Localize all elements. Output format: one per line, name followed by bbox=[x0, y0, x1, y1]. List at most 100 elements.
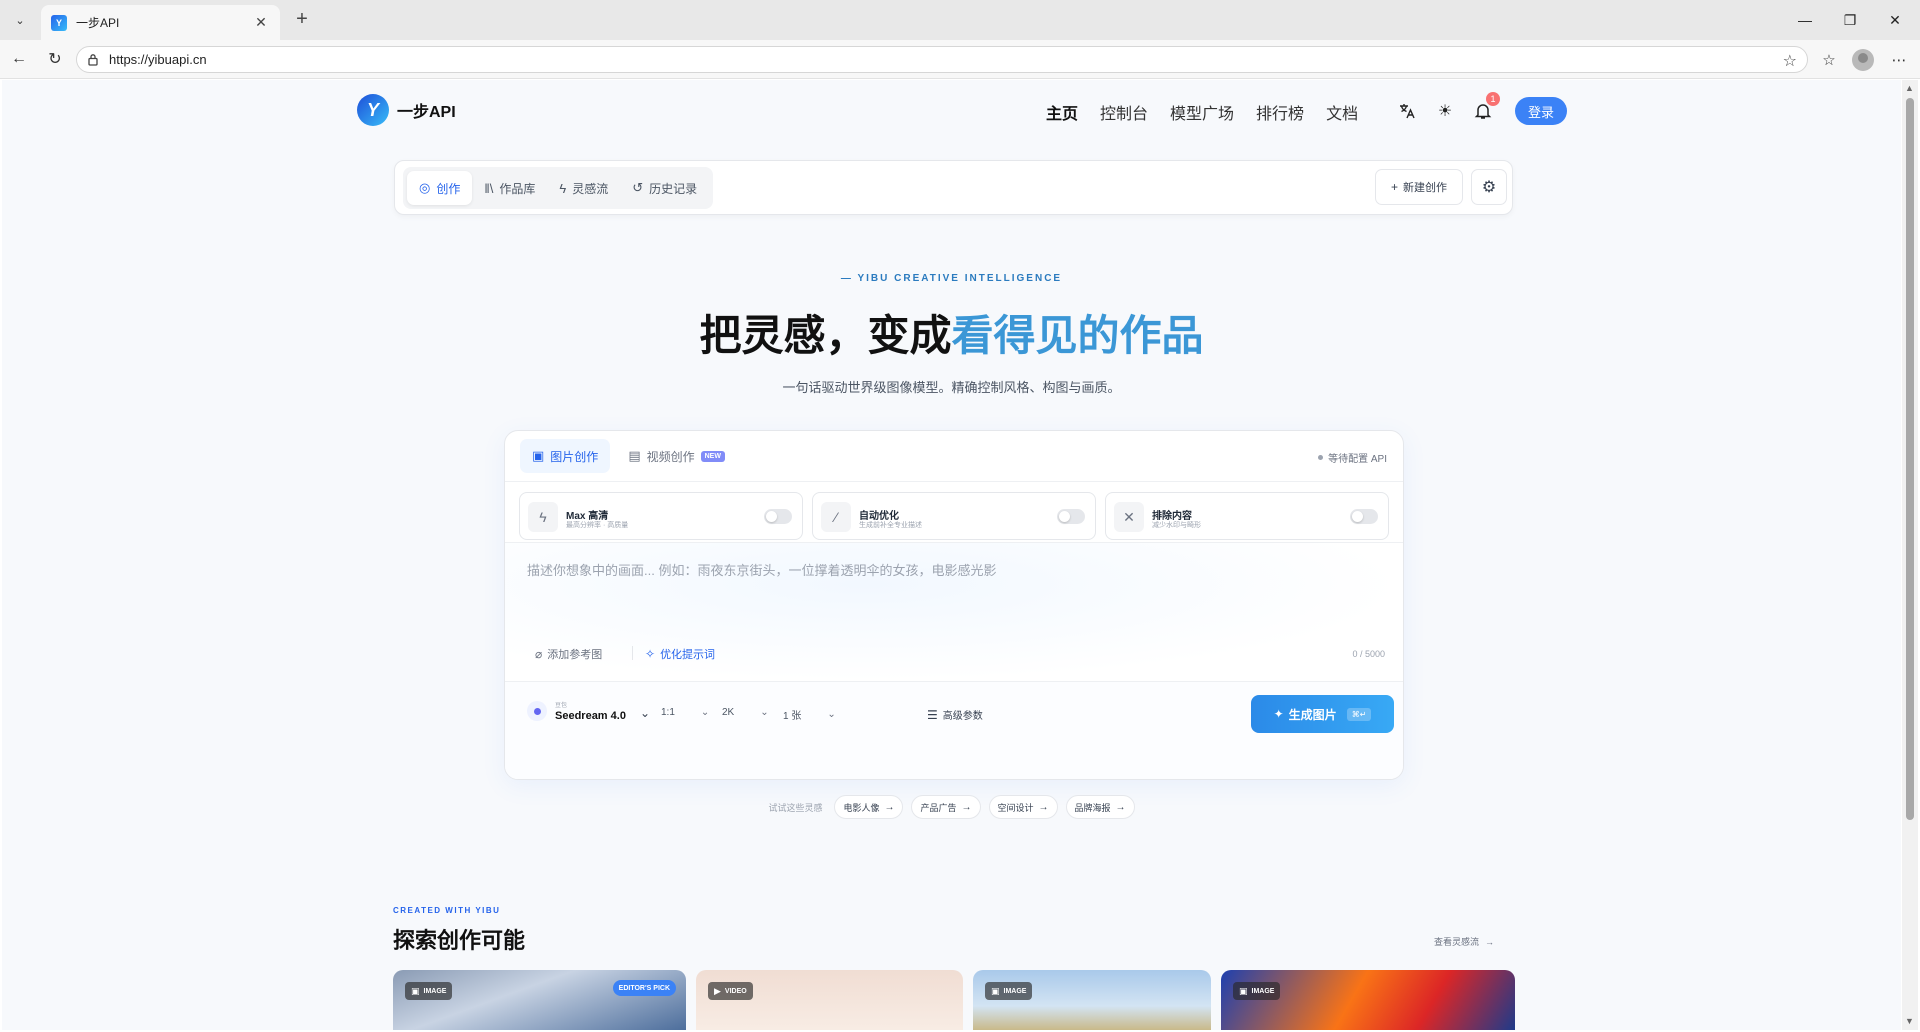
profile-icon[interactable] bbox=[1851, 48, 1875, 72]
arrow-right-icon: → bbox=[961, 801, 972, 813]
model-logo-icon bbox=[527, 701, 547, 721]
chip-label: 品牌海报 bbox=[1074, 802, 1111, 813]
suggestion-chip[interactable]: 电影人像 → bbox=[834, 795, 904, 819]
count-value: 1 张 bbox=[783, 711, 802, 722]
option-desc: 最高分辨率 · 高质量 bbox=[566, 522, 629, 529]
suggestion-chip[interactable]: 产品广告 → bbox=[911, 795, 981, 819]
status-dot bbox=[1318, 455, 1324, 460]
nav-docs[interactable]: 文档 bbox=[1326, 100, 1358, 124]
scroll-down-icon[interactable]: ▼ bbox=[1905, 1016, 1914, 1026]
image-icon: ▣ bbox=[532, 448, 545, 463]
aperture-icon: ◎ bbox=[419, 180, 431, 195]
logo-text: 一步API bbox=[397, 104, 456, 121]
lightning-icon: ϟ bbox=[559, 180, 567, 196]
add-ref-label: 添加参考图 bbox=[547, 649, 603, 661]
favorite-star-icon[interactable]: ☆ bbox=[1783, 51, 1797, 71]
gallery-card[interactable]: ▣ IMAGE bbox=[973, 970, 1211, 1030]
nav-console[interactable]: 控制台 bbox=[1100, 100, 1148, 124]
tab-library[interactable]: ‖\ 作品库 bbox=[472, 171, 547, 205]
gallery-title: 探索创作可能 bbox=[393, 928, 526, 954]
view-inspiration-link[interactable]: 查看灵感流 → bbox=[1434, 935, 1494, 948]
media-type-label: IMAGE bbox=[423, 987, 447, 995]
new-tab-plus-icon[interactable]: + bbox=[290, 8, 314, 32]
tab-create[interactable]: ◎ 创作 bbox=[407, 171, 473, 205]
theme-sun-icon[interactable]: ☀ bbox=[1434, 100, 1456, 122]
restore-icon[interactable]: ❐ bbox=[1840, 10, 1860, 30]
resolution-select[interactable]: 2K ⌄ bbox=[722, 707, 769, 718]
more-menu-icon[interactable]: ⋯ bbox=[1887, 48, 1911, 72]
gallery-card[interactable]: ▶ VIDEO bbox=[696, 970, 963, 1030]
optimize-prompt-button[interactable]: ✧ 优化提示词 bbox=[645, 646, 715, 662]
chip-label: 电影人像 bbox=[843, 802, 880, 813]
chip-label: 产品广告 bbox=[920, 802, 957, 813]
tab-inspiration[interactable]: ϟ 灵感流 bbox=[547, 171, 620, 205]
login-button[interactable]: 登录 bbox=[1515, 97, 1567, 125]
tab-library-label: 作品库 bbox=[499, 181, 536, 196]
nav-home[interactable]: 主页 bbox=[1046, 100, 1078, 124]
char-count: 0 / 5000 bbox=[1352, 649, 1385, 659]
option-auto-optimize[interactable]: ⁄ 自动优化 生成前补全专业描述 bbox=[812, 492, 1096, 540]
new-create-button[interactable]: + 新建创作 bbox=[1375, 169, 1463, 205]
add-reference-button[interactable]: ⌀ 添加参考图 bbox=[535, 646, 602, 662]
option-row: ϟ Max 高清 最高分辨率 · 高质量 ⁄ 自动优化 生成前补全专业描述 ✕ … bbox=[505, 481, 1403, 543]
notification-badge: 1 bbox=[1486, 92, 1500, 106]
nav-model-plaza[interactable]: 模型广场 bbox=[1170, 100, 1234, 124]
tab-inspiration-label: 灵感流 bbox=[572, 181, 609, 196]
tab-video-label: 视频创作 bbox=[646, 449, 695, 464]
scroll-thumb[interactable] bbox=[1906, 98, 1914, 820]
tab-video-create[interactable]: ▤ 视频创作 NEW bbox=[616, 439, 737, 473]
settings-gear-icon[interactable]: ⚙ bbox=[1471, 169, 1507, 205]
minimize-icon[interactable]: — bbox=[1795, 10, 1815, 30]
generate-image-button[interactable]: ✦ 生成图片 ⌘↵ bbox=[1251, 695, 1394, 733]
nav-leaderboard[interactable]: 排行榜 bbox=[1256, 100, 1304, 124]
browser-tab[interactable]: Y 一步API ✕ bbox=[41, 5, 280, 40]
ratio-select[interactable]: 1:1 ⌄ bbox=[661, 707, 709, 718]
favorites-icon[interactable]: ☆ bbox=[1817, 48, 1841, 72]
prompt-input[interactable] bbox=[527, 563, 1387, 578]
tab-image-create[interactable]: ▣ 图片创作 bbox=[520, 439, 611, 473]
more-label: 查看灵感流 bbox=[1434, 937, 1480, 947]
reload-icon[interactable]: ↻ bbox=[44, 48, 66, 70]
site-logo[interactable]: Y 一步API bbox=[357, 94, 456, 126]
back-arrow-icon[interactable]: ← bbox=[8, 48, 30, 70]
option-max-hd[interactable]: ϟ Max 高清 最高分辨率 · 高质量 bbox=[519, 492, 803, 540]
advanced-params-button[interactable]: ☰ 高级参数 bbox=[927, 707, 983, 723]
tab-history[interactable]: ↺ 历史记录 bbox=[620, 171, 709, 205]
address-toolbar: ← ↻ https://yibuapi.cn ☆ ☆ ⋯ bbox=[0, 40, 1920, 79]
auto-optimize-toggle[interactable] bbox=[1057, 509, 1085, 524]
avatar bbox=[1852, 49, 1874, 71]
exclude-content-toggle[interactable] bbox=[1350, 509, 1378, 524]
url-field[interactable]: https://yibuapi.cn ☆ bbox=[76, 46, 1808, 73]
hero-title-accent: 看得见的作品 bbox=[951, 311, 1204, 360]
tab-list-chevron-icon[interactable]: ⌄ bbox=[8, 9, 32, 31]
suggestion-chip[interactable]: 品牌海报 → bbox=[1065, 795, 1135, 819]
option-exclude-content[interactable]: ✕ 排除内容 减少水印与畸形 bbox=[1105, 492, 1389, 540]
main-nav: 主页 控制台 模型广场 排行榜 文档 bbox=[1046, 100, 1358, 124]
model-selector[interactable]: 豆包 Seedream 4.0 ⌄ bbox=[527, 700, 650, 722]
url-text: https://yibuapi.cn bbox=[109, 52, 207, 67]
new-badge: NEW bbox=[700, 450, 725, 462]
close-icon: ✕ bbox=[1114, 502, 1144, 532]
hero-subtitle: 一句话驱动世界级图像模型。精确控制风格、构图与画质。 bbox=[782, 380, 1121, 395]
play-icon: ▶ bbox=[714, 985, 721, 996]
gallery-card[interactable]: ▣ IMAGE bbox=[1221, 970, 1515, 1030]
tab-close-icon[interactable]: ✕ bbox=[252, 14, 270, 31]
hero-kicker: — YIBU CREATIVE INTELLIGENCE bbox=[840, 273, 1063, 284]
window-close-icon[interactable]: ✕ bbox=[1885, 10, 1905, 30]
sliders-icon: ☰ bbox=[927, 707, 938, 722]
scrollbar[interactable]: ▲ ▼ bbox=[1902, 80, 1918, 1030]
count-select[interactable]: 1 张 ⌄ bbox=[783, 707, 836, 722]
lock-icon bbox=[87, 53, 101, 67]
model-vendor: 豆包 bbox=[555, 703, 568, 709]
suggestion-chip[interactable]: 空间设计 → bbox=[988, 795, 1058, 819]
scroll-up-icon[interactable]: ▲ bbox=[1905, 83, 1914, 93]
translate-icon[interactable] bbox=[1396, 100, 1418, 122]
creation-toolbar: ◎ 创作 ‖\ 作品库 ϟ 灵感流 ↺ 历史记录 + 新建创作 ⚙ bbox=[394, 160, 1513, 215]
max-hd-toggle[interactable] bbox=[764, 509, 792, 524]
logo-mark-icon: Y bbox=[357, 94, 389, 126]
tab-history-label: 历史记录 bbox=[649, 181, 698, 196]
chevron-down-icon: ⌄ bbox=[827, 709, 836, 720]
bell-icon[interactable]: 1 bbox=[1472, 92, 1500, 122]
gallery-card[interactable]: ▣ IMAGE EDITOR'S PICK bbox=[393, 970, 686, 1030]
model-name: Seedream 4.0 bbox=[555, 710, 626, 722]
